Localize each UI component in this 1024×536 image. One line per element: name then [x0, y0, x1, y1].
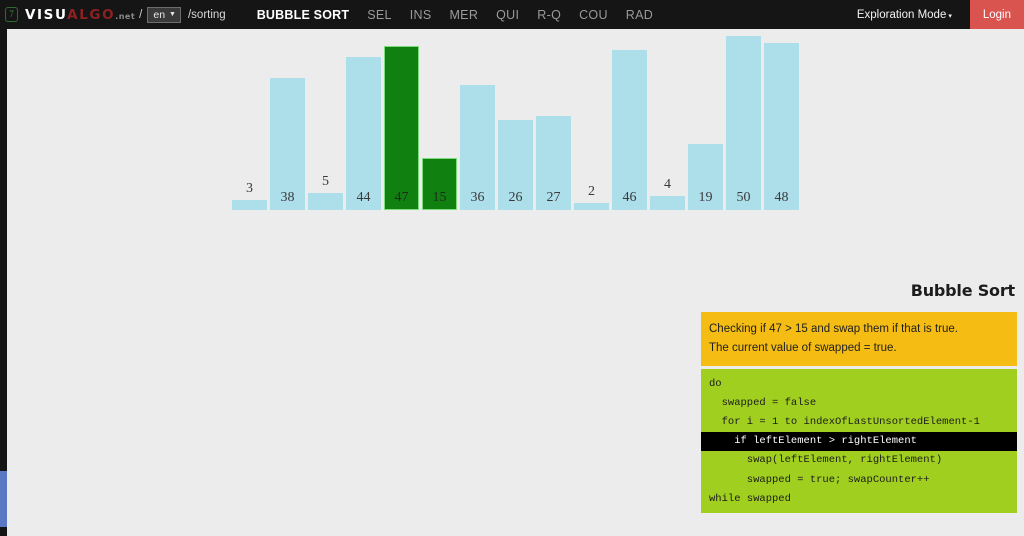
navbar-right-group: Exploration Mode ▾ Login: [857, 0, 1024, 29]
array-bar[interactable]: [232, 200, 267, 210]
bar-slot: 4: [650, 29, 685, 210]
status-line: The current value of swapped = true.: [709, 341, 897, 354]
array-bar[interactable]: [612, 50, 647, 210]
array-bar-value-label: 48: [774, 190, 789, 205]
logo-wordmark: VISUALGO.net: [25, 7, 135, 23]
exploration-mode-label: Exploration Mode: [856, 8, 947, 21]
array-bar[interactable]: [650, 196, 685, 210]
pseudocode-line: swapped = false: [709, 396, 817, 409]
bar-slot: 38: [270, 29, 305, 210]
nav-item-bubble-sort[interactable]: BUBBLE SORT: [248, 8, 358, 22]
algorithm-panel: Bubble Sort Checking if 47 > 15 and swap…: [701, 281, 1017, 514]
array-bar[interactable]: [574, 203, 609, 210]
array-bar-value-label: 27: [546, 190, 561, 205]
array-bar-value-label: 38: [280, 190, 295, 205]
bar-slot: 47: [384, 29, 419, 210]
bar-slot: 36: [460, 29, 495, 210]
bar-slot: 44: [346, 29, 381, 210]
exploration-mode-dropdown[interactable]: Exploration Mode ▾: [857, 9, 970, 21]
chevron-down-icon: ▼: [169, 11, 176, 18]
array-bar-value-label: 3: [246, 181, 253, 196]
bar-slot: 3: [232, 29, 267, 210]
pseudocode-line: do: [709, 377, 722, 390]
status-line: Checking if 47 > 15 and swap them if tha…: [709, 323, 958, 335]
array-bar-value-label: 36: [470, 190, 485, 205]
top-navbar: 7 VISUALGO.net / en ▼ /sorting BUBBLE SO…: [0, 0, 1024, 29]
status-message-box: Checking if 47 > 15 and swap them if tha…: [701, 312, 1017, 367]
array-bar-value-label: 26: [508, 190, 523, 205]
pseudocode-line: swapped = true; swapCounter++: [709, 473, 930, 486]
array-bar[interactable]: [726, 36, 761, 210]
array-bar-value-label: 46: [622, 190, 637, 205]
nav-item-ins[interactable]: INS: [401, 8, 441, 22]
bar-slot: 5: [308, 29, 343, 210]
left-rail: [0, 29, 7, 536]
array-bar-value-label: 44: [356, 190, 371, 205]
chevron-down-icon: ▾: [948, 12, 952, 20]
logo-slash-separator: /: [139, 8, 143, 21]
bar-slot: 15: [422, 29, 457, 210]
brand-logo[interactable]: 7 VISUALGO.net /: [0, 7, 147, 23]
array-bar-value-label: 47: [394, 190, 409, 205]
nav-item-cou[interactable]: COU: [570, 8, 617, 22]
logo-net-text: .net: [115, 11, 136, 21]
bar-slot: 48: [764, 29, 799, 210]
nav-item-rad[interactable]: RAD: [617, 8, 662, 22]
array-bar-value-label: 2: [588, 184, 595, 199]
bar-slot: 46: [612, 29, 647, 210]
page-title: Bubble Sort: [910, 281, 1015, 300]
bar-slot: 2: [574, 29, 609, 210]
array-bar-chart: 3 38 5 44 47 15 36 26 27 2 46 4 19 50 48: [232, 29, 802, 210]
bar-slot: 27: [536, 29, 571, 210]
pseudocode-line: swap(leftElement, rightElement): [709, 454, 943, 467]
array-bar-value-label: 5: [322, 174, 329, 189]
logo-algo-text: ALGO: [67, 6, 116, 23]
array-bar[interactable]: [764, 43, 799, 210]
array-bar[interactable]: [384, 46, 419, 210]
nav-item-r-q[interactable]: R-Q: [528, 8, 570, 22]
array-bar-value-label: 50: [736, 190, 751, 205]
array-bar-value-label: 4: [664, 177, 671, 192]
array-bar[interactable]: [308, 193, 343, 210]
array-bar-value-label: 19: [698, 190, 713, 205]
array-bar-value-label: 15: [432, 190, 447, 205]
nav-item-mer[interactable]: MER: [440, 8, 487, 22]
array-bar[interactable]: [346, 57, 381, 210]
bar-slot: 19: [688, 29, 723, 210]
bar-slot: 26: [498, 29, 533, 210]
language-select-value: en: [153, 8, 166, 21]
nav-item-sel[interactable]: SEL: [358, 8, 401, 22]
logo-visu-text: VISU: [25, 6, 68, 23]
login-button[interactable]: Login: [969, 0, 1024, 29]
pseudocode-line: for i = 1 to indexOfLastUnsortedElement-…: [709, 416, 980, 429]
nav-item-qui[interactable]: QUI: [487, 8, 528, 22]
bar-slot: 50: [726, 29, 761, 210]
language-select[interactable]: en ▼: [147, 6, 181, 23]
pseudocode-box: do swapped = false for i = 1 to indexOfL…: [701, 369, 1017, 514]
pseudocode-line: while swapped: [709, 492, 791, 505]
breadcrumb-path: /sorting: [187, 8, 226, 21]
nav-items-list: BUBBLE SORT SEL INS MER QUI R-Q COU RAD: [248, 8, 662, 22]
visualgo-badge-icon: 7: [5, 7, 18, 22]
left-scrollbar-thumb[interactable]: [0, 471, 7, 527]
pseudocode-line-active: if leftElement > rightElement: [701, 431, 1017, 451]
